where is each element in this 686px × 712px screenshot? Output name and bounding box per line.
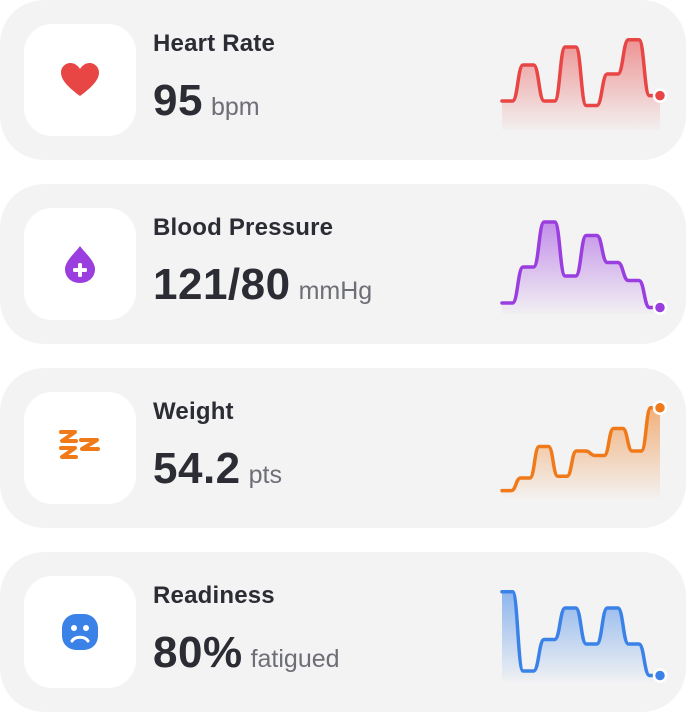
trend-end-dot <box>652 300 668 315</box>
metric-value: 80% <box>153 628 243 677</box>
metric-title: Readiness <box>153 582 275 609</box>
metric-title: Heart Rate <box>153 30 276 57</box>
trend-end-dot <box>652 400 668 416</box>
metric-title: Blood Pressure <box>153 214 334 241</box>
metric-value: 95 <box>153 76 203 125</box>
trend-end-dot <box>652 668 668 683</box>
metric-unit: bpm <box>210 93 260 121</box>
metric-unit: pts <box>248 461 282 489</box>
trend-sparkline <box>500 38 668 130</box>
metric-value: 54.2 <box>153 444 241 493</box>
metric-reading: 54.2 pts <box>153 444 282 494</box>
metric-title: Weight <box>153 398 234 425</box>
icon-tile <box>24 24 136 136</box>
blood-drop-plus-icon <box>65 246 95 283</box>
trend-sparkline <box>500 590 668 683</box>
metric-value: 121/80 <box>153 260 291 309</box>
icon-tile <box>24 392 136 504</box>
metric-card-heart-rate[interactable]: Heart Rate 95 bpm <box>0 0 686 160</box>
trend-sparkline <box>500 400 668 498</box>
metric-reading: 121/80 mmHg <box>153 260 372 310</box>
trend-area <box>502 591 660 682</box>
metric-reading: 95 bpm <box>153 76 260 126</box>
metric-card-weight[interactable]: Weight 54.2 pts <box>0 368 686 528</box>
metric-reading: 80% fatigued <box>153 628 340 678</box>
icon-tile <box>24 208 136 320</box>
metric-card-readiness[interactable]: Readiness 80% fatigued <box>0 552 686 712</box>
icon-tile <box>24 576 136 688</box>
heart-icon <box>61 63 99 96</box>
trend-area <box>502 407 660 498</box>
trend-end-dot <box>652 88 668 103</box>
zigzag-icon <box>59 430 100 459</box>
metric-unit: fatigued <box>250 645 340 673</box>
trend-sparkline <box>500 220 668 315</box>
sad-face-icon <box>62 614 98 650</box>
metric-card-blood-pressure[interactable]: Blood Pressure 121/80 mmHg <box>0 184 686 344</box>
metric-unit: mmHg <box>298 277 373 305</box>
